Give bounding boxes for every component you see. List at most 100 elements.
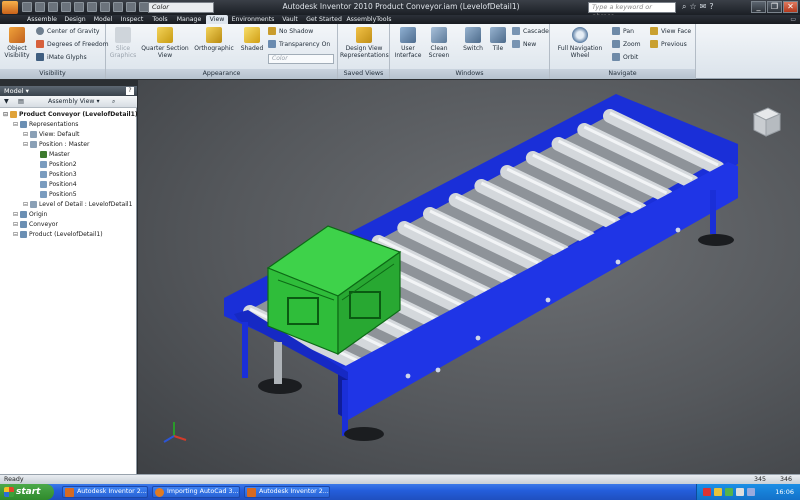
new-icon[interactable] [22, 2, 32, 12]
save-icon[interactable] [48, 2, 58, 12]
tree-node[interactable]: ⊟ Representations [0, 120, 137, 130]
transparency-on-button[interactable]: Transparency On [268, 40, 330, 50]
home-icon[interactable] [87, 2, 97, 12]
ribbon-tabs: Assemble Design Model Inspect Tools Mana… [0, 15, 800, 24]
expand-icon[interactable]: ⊟ [23, 130, 30, 140]
assembly-view-dropdown[interactable]: Assembly View ▾ [48, 96, 100, 108]
taskbar-item-firefox[interactable]: Importing AutoCad 3... [152, 486, 240, 498]
tile-button[interactable]: Tile [488, 27, 508, 52]
restore-icon[interactable]: ❐ [767, 1, 782, 13]
tab-model[interactable]: Model [90, 15, 116, 24]
pan-label: Pan [623, 28, 634, 35]
expand-icon[interactable]: ⊟ [13, 210, 20, 220]
tab-view[interactable]: View [206, 15, 228, 24]
color-dropdown[interactable]: Color [268, 54, 334, 64]
communication-icon[interactable]: ✉ [700, 2, 707, 12]
tree-node[interactable]: ⊟ Conveyor [0, 220, 137, 230]
browser-header[interactable]: Model ▾ ? [0, 86, 137, 96]
tree-options-icon[interactable]: ▤ [18, 96, 24, 108]
tree-node[interactable]: ⊟ Level of Detail : LevelofDetail1 [0, 200, 137, 210]
tab-get-started[interactable]: Get Started [304, 15, 344, 24]
node-icon [40, 160, 47, 168]
search-input[interactable]: Type a keyword or phrase [588, 2, 676, 20]
tree-node[interactable]: ⊟ Origin [0, 210, 137, 220]
tree-node[interactable]: Master [0, 150, 137, 160]
network-icon[interactable] [747, 488, 755, 496]
tree-node[interactable]: Position3 [0, 170, 137, 180]
tab-inspect[interactable]: Inspect [118, 15, 146, 24]
windows-taskbar: start Autodesk Inventor 2... Importing A… [0, 484, 800, 500]
browser-help-icon[interactable]: ? [126, 87, 134, 95]
tree-node[interactable]: ⊟ Position : Master [0, 140, 137, 150]
start-button[interactable]: start [0, 484, 54, 500]
full-navigation-wheel-button[interactable]: Full Navigation Wheel [554, 27, 606, 59]
minimize-ribbon-icon[interactable]: ▭ [790, 16, 796, 23]
tab-assemblytools[interactable]: AssemblyTools [346, 15, 392, 24]
taskbar-item-inventor-1[interactable]: Autodesk Inventor 2... [62, 486, 148, 498]
tree-node[interactable]: Position5 [0, 190, 137, 200]
zoom-button[interactable]: Zoom [612, 40, 641, 50]
tree-node[interactable]: ⊟ Product Conveyor (LevelofDetail1) [0, 110, 138, 120]
switch-button[interactable]: Switch [460, 27, 486, 52]
design-view-representations-button[interactable]: Design View Representations [340, 27, 389, 59]
tab-vault[interactable]: Vault [278, 15, 302, 24]
degrees-of-freedom-button[interactable]: Degrees of Freedom [36, 40, 109, 50]
subscription-icon[interactable]: ☆ [689, 2, 696, 12]
clean-screen-button[interactable]: Clean Screen [426, 27, 452, 59]
graphics-viewport[interactable] [138, 80, 800, 474]
user-interface-button[interactable]: User Interface [394, 27, 422, 59]
cascade-button[interactable]: Cascade [512, 27, 549, 37]
view-face-button[interactable]: View Face [650, 27, 691, 37]
pan-button[interactable]: Pan [612, 27, 634, 37]
expand-icon[interactable]: ⊟ [13, 220, 20, 230]
previous-view-button[interactable]: Previous [650, 40, 687, 50]
select-icon[interactable] [100, 2, 110, 12]
tray-icon-1[interactable] [703, 488, 711, 496]
slice-graphics-button[interactable]: Slice Graphics [108, 27, 138, 59]
tree-node[interactable]: ⊟ Product (LevelofDetail1) [0, 230, 137, 240]
minimize-icon[interactable]: _ [751, 1, 766, 13]
help-icon[interactable]: ? [709, 2, 713, 12]
new-window-button[interactable]: New [512, 40, 536, 50]
degrees-of-freedom-icon [36, 40, 44, 48]
update-icon[interactable] [113, 2, 123, 12]
close-icon[interactable]: ✕ [783, 1, 798, 13]
redo-icon[interactable] [74, 2, 84, 12]
tray-icon-2[interactable] [714, 488, 722, 496]
expand-icon[interactable]: ⊟ [3, 110, 10, 120]
orthographic-button[interactable]: Orthographic [194, 27, 234, 52]
tray-icon-3[interactable] [725, 488, 733, 496]
undo-icon[interactable] [61, 2, 71, 12]
open-icon[interactable] [35, 2, 45, 12]
expand-icon[interactable]: ⊟ [13, 120, 20, 130]
quarter-section-view-button[interactable]: Quarter Section View [140, 27, 190, 59]
binoculars-icon[interactable]: ⌕ [682, 2, 686, 12]
tree-node[interactable]: ⊟ View: Default [0, 130, 137, 140]
tab-design[interactable]: Design [62, 15, 88, 24]
expand-icon[interactable]: ⊟ [13, 230, 20, 240]
tab-manage[interactable]: Manage [174, 15, 204, 24]
color-selector[interactable]: Color [148, 2, 214, 13]
taskbar-item-inventor-2[interactable]: Autodesk Inventor 2... [244, 486, 330, 498]
tab-environments[interactable]: Environments [230, 15, 276, 24]
tree-node[interactable]: Position2 [0, 160, 137, 170]
degrees-of-freedom-label: Degrees of Freedom [47, 41, 109, 48]
volume-icon[interactable] [736, 488, 744, 496]
imate-glyphs-button[interactable]: iMate Glyphs [36, 53, 87, 63]
viewcube[interactable] [746, 102, 786, 142]
tree-node[interactable]: Position4 [0, 180, 137, 190]
panel-title-windows: Windows [390, 69, 549, 79]
center-of-gravity-button[interactable]: Center of Gravity [36, 27, 100, 37]
shaded-button[interactable]: Shaded [238, 27, 266, 52]
object-visibility-button[interactable]: Object Visibility [2, 27, 32, 59]
find-icon[interactable]: ⌕ [112, 96, 115, 108]
application-menu-button[interactable] [2, 1, 18, 14]
filter-icon[interactable]: ▼ [4, 96, 9, 108]
tab-tools[interactable]: Tools [148, 15, 172, 24]
expand-icon[interactable]: ⊟ [23, 140, 30, 150]
expand-icon[interactable]: ⊟ [23, 200, 30, 210]
orbit-button[interactable]: Orbit [612, 53, 638, 63]
no-shadow-button[interactable]: No Shadow [268, 27, 313, 37]
properties-icon[interactable] [126, 2, 136, 12]
tab-assemble[interactable]: Assemble [22, 15, 62, 24]
